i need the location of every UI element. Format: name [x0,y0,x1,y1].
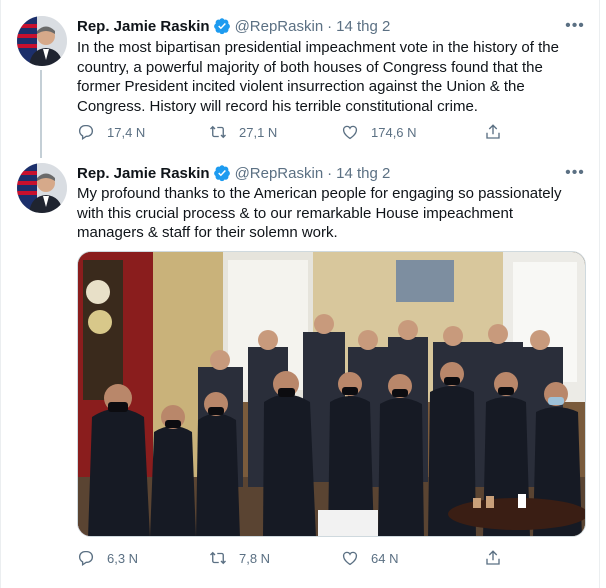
share-icon[interactable] [484,123,502,141]
tweet-2[interactable]: Rep. Jamie Raskin @RepRaskin · 14 thg 2 … [1,158,601,588]
reply-count: 17,4 N [107,124,146,140]
more-options-icon[interactable]: ••• [565,16,585,36]
like-count: 64 N [371,550,399,566]
retweet-button[interactable]: 7,8 N [209,549,341,567]
avatar[interactable] [17,16,67,66]
tweet-header: Rep. Jamie Raskin @RepRaskin · 14 thg 2 [77,163,390,183]
retweet-count: 7,8 N [239,550,271,566]
tweet-timestamp[interactable]: 14 thg 2 [336,165,390,182]
retweet-count: 27,1 N [239,124,278,140]
retweet-icon [210,125,226,139]
avatar-image [17,16,67,66]
like-count: 174,6 N [371,124,417,140]
tweet-actions: 6,3 N 7,8 N 64 N [77,548,497,568]
reply-icon [78,550,94,567]
verified-badge-icon [213,18,230,35]
tweet-1[interactable]: Rep. Jamie Raskin @RepRaskin · 14 thg 2 … [1,0,601,158]
author-name[interactable]: Rep. Jamie Raskin [77,18,210,35]
author-name[interactable]: Rep. Jamie Raskin [77,165,210,182]
more-options-icon[interactable]: ••• [565,163,585,183]
tweet-text: In the most bipartisan presidential impe… [77,39,559,115]
timeline-frame: Rep. Jamie Raskin @RepRaskin · 14 thg 2 … [0,0,600,588]
tweet-photo[interactable] [77,251,586,537]
like-button[interactable]: 174,6 N [341,123,473,141]
separator-dot: · [327,164,333,182]
thread-connector [40,70,42,158]
tweet-actions: 17,4 N 27,1 N 174,6 N [77,122,497,142]
author-handle[interactable]: @RepRaskin [235,18,324,35]
group-photo-image [78,252,585,536]
tweet-text: My profound thanks to the American peopl… [77,185,562,241]
avatar-image [17,163,67,213]
verified-badge-icon [213,165,230,182]
heart-icon [342,551,358,566]
author-handle[interactable]: @RepRaskin [235,165,324,182]
retweet-button[interactable]: 27,1 N [209,123,341,141]
reply-icon [78,124,94,141]
heart-icon [342,125,358,140]
reply-count: 6,3 N [107,550,139,566]
avatar[interactable] [17,163,67,213]
retweet-icon [210,551,226,565]
tweet-timestamp[interactable]: 14 thg 2 [336,18,390,35]
reply-button[interactable]: 6,3 N [77,549,209,567]
reply-button[interactable]: 17,4 N [77,123,209,141]
tweet-header: Rep. Jamie Raskin @RepRaskin · 14 thg 2 [77,16,390,36]
share-icon[interactable] [484,549,502,567]
separator-dot: · [327,17,333,35]
like-button[interactable]: 64 N [341,549,473,567]
